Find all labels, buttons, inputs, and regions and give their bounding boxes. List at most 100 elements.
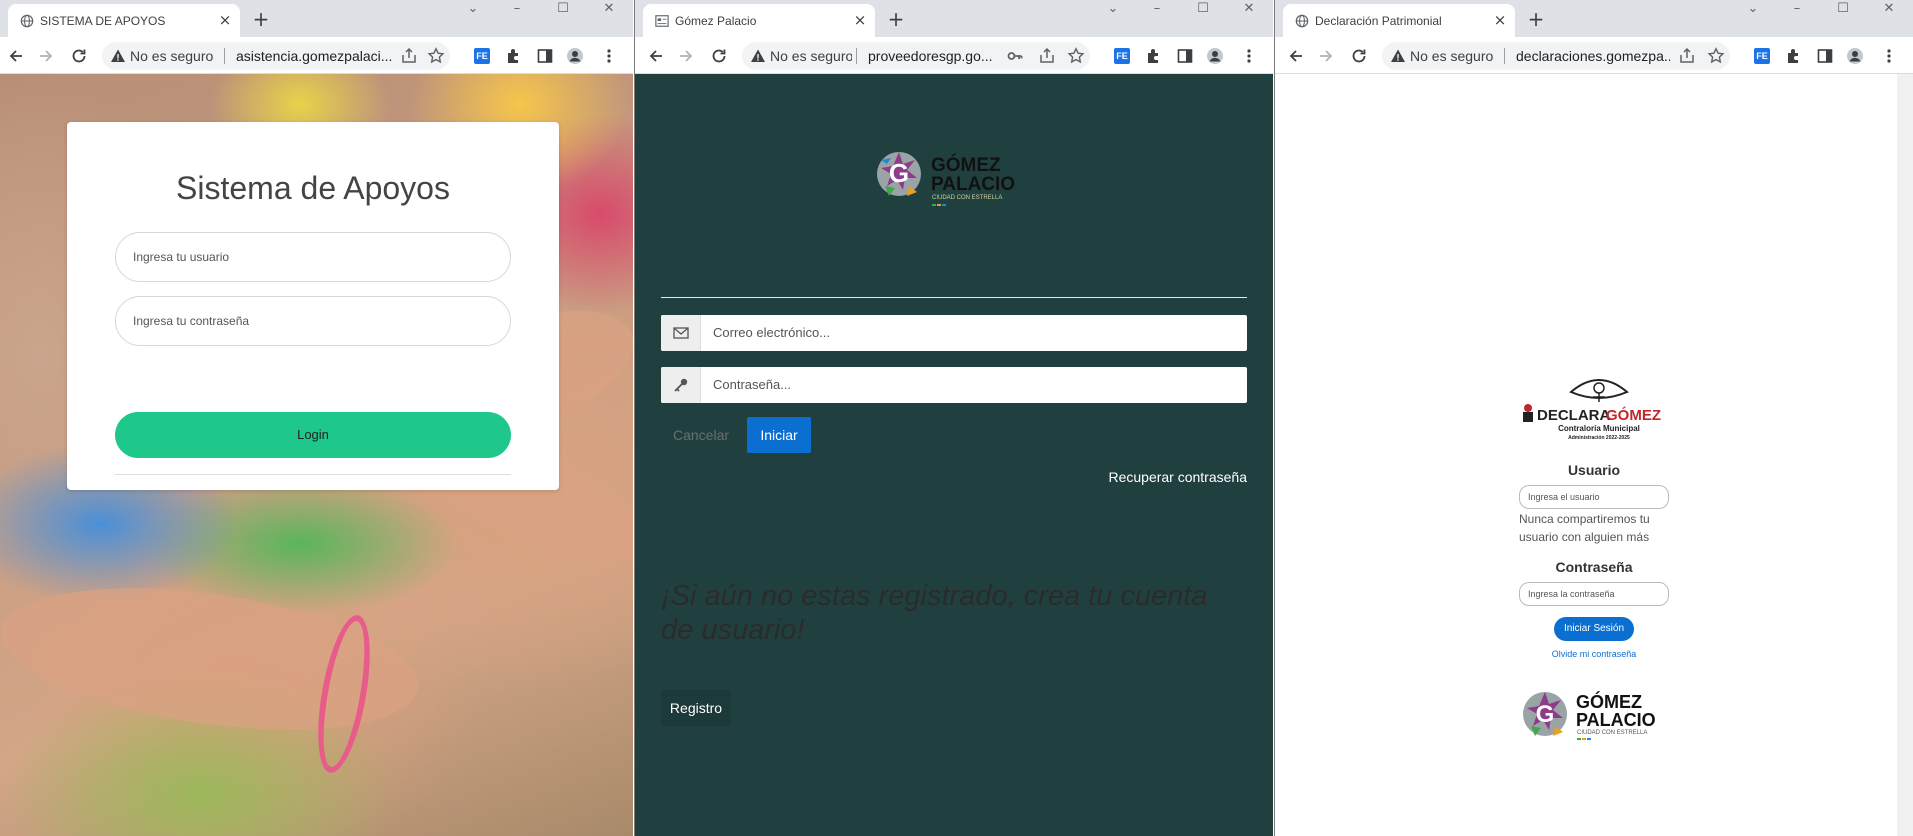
password-input[interactable]: Ingresa la contraseña: [1519, 582, 1669, 606]
password-input[interactable]: Ingresa tu contraseña: [115, 296, 511, 346]
url-text: proveedoresgp.go...: [868, 48, 993, 64]
window-close-icon[interactable]: ✕: [1876, 0, 1902, 20]
warning-icon[interactable]: [110, 48, 126, 64]
close-icon[interactable]: ×: [216, 11, 234, 29]
extension-fe-icon[interactable]: FE: [1754, 48, 1770, 64]
user-label: Usuario: [1567, 462, 1621, 478]
user-help-text: Nunca compartiremos tu usuario con algui…: [1519, 512, 1650, 544]
scrollbar[interactable]: [1897, 74, 1913, 836]
window-close-icon[interactable]: ✕: [1236, 0, 1262, 20]
back-icon[interactable]: [646, 46, 666, 66]
logo-administracion: Administración 2022-2025: [1568, 435, 1630, 441]
back-icon[interactable]: [6, 46, 26, 66]
menu-icon[interactable]: [1240, 47, 1258, 65]
share-icon[interactable]: [400, 47, 418, 65]
divider: [224, 48, 225, 64]
chevron-down-icon[interactable]: ⌄: [1740, 0, 1766, 20]
maximize-icon[interactable]: ☐: [1190, 0, 1216, 20]
close-icon[interactable]: ×: [1491, 11, 1509, 29]
forgot-password-link[interactable]: Olvide mi contraseña: [1475, 649, 1713, 659]
warning-icon[interactable]: [750, 48, 766, 64]
profile-icon[interactable]: [1846, 47, 1864, 65]
recover-password-link[interactable]: Recuperar contraseña: [1108, 469, 1247, 485]
tab-sistema-apoyos[interactable]: SISTEMA DE APOYOS ×: [8, 4, 240, 37]
logo-gomez: GÓMEZ: [1606, 406, 1661, 424]
password-field[interactable]: Contraseña...: [661, 367, 1247, 403]
maximize-icon[interactable]: ☐: [1830, 0, 1856, 20]
username-input[interactable]: Ingresa el usuario: [1519, 485, 1669, 509]
address-bar[interactable]: No es seguro proveedoresgp.go...: [742, 42, 1090, 70]
window-close-icon[interactable]: ✕: [596, 0, 622, 20]
footer-logo-line2: PALACIO: [1576, 710, 1656, 730]
sidebar-icon[interactable]: [1816, 47, 1834, 65]
address-bar[interactable]: No es seguro asistencia.gomezpalaci...: [102, 42, 450, 70]
maximize-icon[interactable]: ☐: [550, 0, 576, 20]
plus-icon[interactable]: +: [1525, 9, 1547, 31]
minimize-icon[interactable]: –: [1144, 0, 1170, 20]
password-label: Contraseña: [1555, 559, 1633, 575]
browser-window-apoyos: SISTEMA DE APOYOS × + ⌄ – ☐ ✕ No es segu…: [0, 0, 633, 836]
register-button[interactable]: Registro: [661, 690, 731, 726]
page-proveedores: G GÓMEZ PALACIO CIUDAD CON ESTRELLA Corr…: [635, 74, 1273, 836]
tab-title: Gómez Palacio: [675, 14, 757, 28]
share-icon[interactable]: [1678, 47, 1696, 65]
reload-icon[interactable]: [1349, 46, 1369, 66]
chevron-down-icon[interactable]: ⌄: [460, 0, 486, 20]
page-apoyos: Sistema de Apoyos Ingresa tu usuario Ing…: [0, 74, 633, 836]
menu-icon[interactable]: [1880, 47, 1898, 65]
browser-toolbar: No es seguro declaraciones.gomezpa... FE: [1275, 37, 1913, 74]
menu-icon[interactable]: [600, 47, 618, 65]
minimize-icon[interactable]: –: [1784, 0, 1810, 20]
tab-gomez-palacio[interactable]: Gómez Palacio ×: [643, 4, 875, 37]
extension-fe-icon[interactable]: FE: [1114, 48, 1130, 64]
browser-window-declaraciones: Declaración Patrimonial × + ⌄ – ☐ ✕ No e…: [1274, 0, 1913, 836]
star-icon[interactable]: [427, 47, 445, 65]
svg-text:G: G: [1536, 701, 1555, 728]
login-button[interactable]: Iniciar Sesión: [1554, 617, 1634, 641]
email-field[interactable]: Correo electrónico...: [661, 315, 1247, 351]
forward-icon[interactable]: [1316, 46, 1336, 66]
username-input[interactable]: Ingresa tu usuario: [115, 232, 511, 282]
divider: [661, 297, 1247, 298]
key-icon[interactable]: [1006, 47, 1024, 65]
security-status: No es seguro: [130, 48, 214, 64]
plus-icon[interactable]: +: [250, 9, 272, 31]
sidebar-icon[interactable]: [1176, 47, 1194, 65]
email-placeholder: Correo electrónico...: [713, 325, 831, 340]
chevron-down-icon[interactable]: ⌄: [1100, 0, 1126, 20]
globe-icon: [20, 14, 34, 28]
star-icon[interactable]: [1067, 47, 1085, 65]
login-button[interactable]: Login: [115, 412, 511, 458]
extension-icon[interactable]: [505, 47, 523, 65]
tab-title: Declaración Patrimonial: [1315, 14, 1442, 28]
logo-declara: DECLARA: [1537, 407, 1610, 424]
star-icon[interactable]: [1707, 47, 1725, 65]
sidebar-icon[interactable]: [536, 47, 554, 65]
gomez-palacio-logo: G GÓMEZ PALACIO CIUDAD CON ESTRELLA: [877, 152, 1015, 206]
close-icon[interactable]: ×: [851, 11, 869, 29]
extension-icon[interactable]: [1145, 47, 1163, 65]
divider: [856, 48, 857, 64]
plus-icon[interactable]: +: [885, 9, 907, 31]
extension-icon[interactable]: [1785, 47, 1803, 65]
forward-icon[interactable]: [36, 46, 56, 66]
reload-icon[interactable]: [69, 46, 89, 66]
cancel-button[interactable]: Cancelar: [673, 427, 729, 443]
profile-icon[interactable]: [1206, 47, 1224, 65]
declaragomez-logo: DECLARA GÓMEZ Contraloría Municipal Admi…: [1523, 379, 1661, 441]
minimize-icon[interactable]: –: [504, 0, 530, 20]
reload-icon[interactable]: [709, 46, 729, 66]
login-card: Sistema de Apoyos Ingresa tu usuario Ing…: [67, 122, 559, 490]
share-icon[interactable]: [1038, 47, 1056, 65]
forward-icon[interactable]: [676, 46, 696, 66]
login-button[interactable]: Iniciar: [747, 417, 811, 453]
back-icon[interactable]: [1286, 46, 1306, 66]
logo-line2: PALACIO: [931, 174, 1015, 195]
register-prompt: ¡Si aún no estas registrado, crea tu cue…: [661, 580, 1208, 646]
address-bar[interactable]: No es seguro declaraciones.gomezpa...: [1382, 42, 1730, 70]
profile-icon[interactable]: [566, 47, 584, 65]
tab-declaracion-patrimonial[interactable]: Declaración Patrimonial ×: [1283, 4, 1515, 37]
extension-fe-icon[interactable]: FE: [474, 48, 490, 64]
url-text: declaraciones.gomezpa...: [1516, 48, 1670, 64]
warning-icon[interactable]: [1390, 48, 1406, 64]
